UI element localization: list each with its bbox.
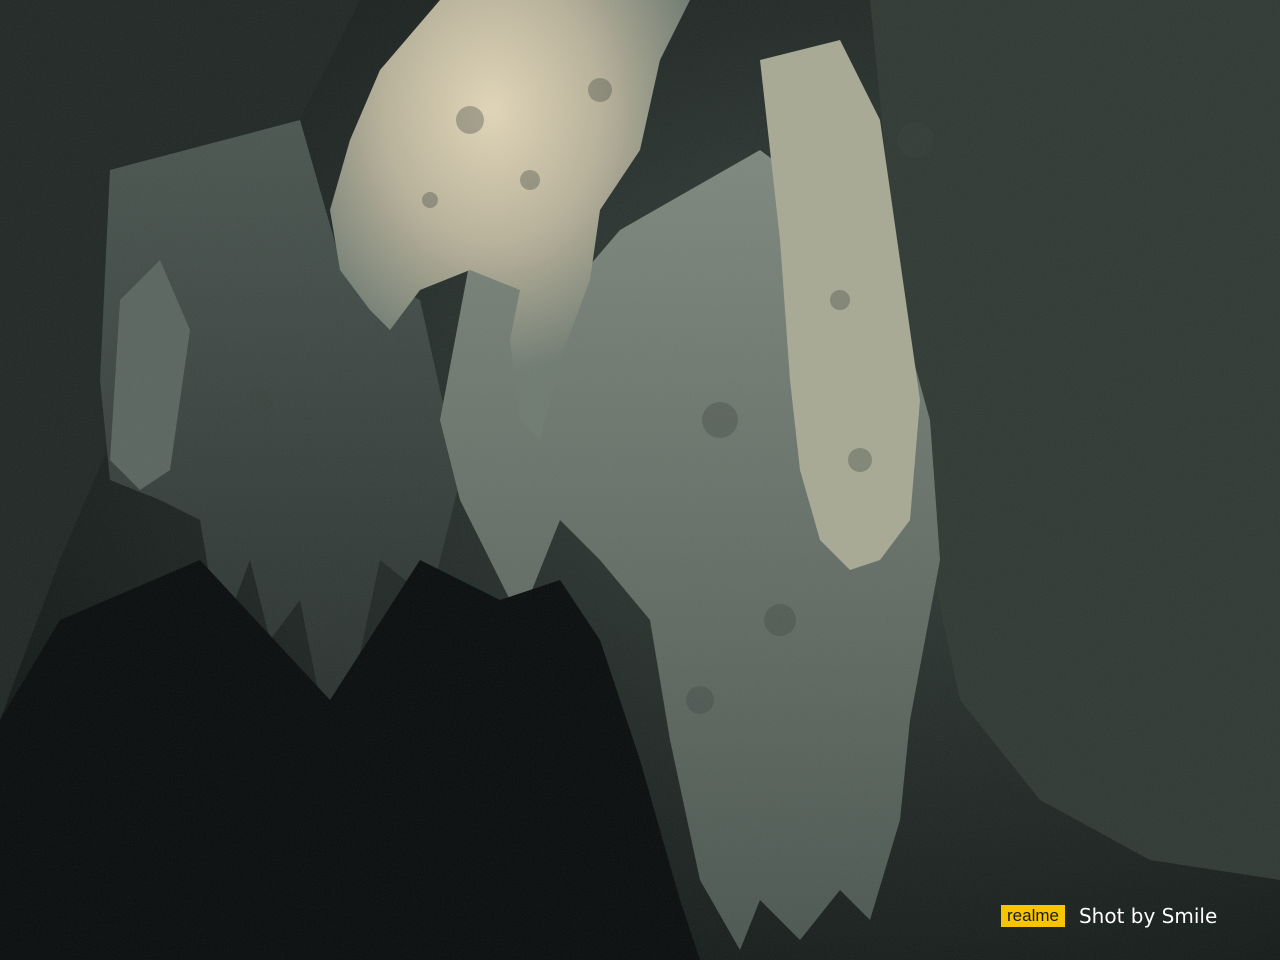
shot-by-caption: Shot by Smile bbox=[1078, 904, 1218, 928]
cave-photo: realme Shot by Smile bbox=[0, 0, 1280, 960]
film-grain bbox=[0, 0, 1280, 960]
camera-watermark: realme Shot by Smile bbox=[1001, 900, 1217, 932]
cave-scene bbox=[0, 0, 1280, 960]
brand-badge: realme bbox=[1001, 905, 1065, 927]
